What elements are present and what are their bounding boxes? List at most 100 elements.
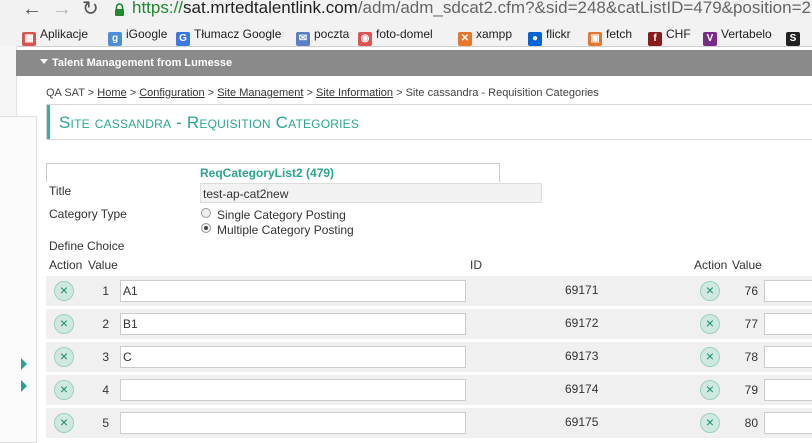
choice-value-input[interactable]: C [120,346,466,368]
choice-value-input[interactable] [764,280,812,302]
row-number: 3 [102,350,109,364]
breadcrumb: QA SAT > Home > Configuration > Site Man… [46,87,599,99]
choice-value-input[interactable] [764,412,812,434]
breadcrumb-root: QA SAT [46,87,85,99]
row-number: 80 [744,416,758,430]
table-row: × 1 A1 69171 × 76 [46,276,812,309]
chf-icon: f [648,32,662,46]
bookmark-item[interactable]: ◉ foto-domel [358,25,433,46]
bookmark-label: CHF [666,27,691,41]
title-accent [47,105,50,139]
remove-choice-button[interactable]: × [54,314,74,334]
multiple-category-radio[interactable] [201,223,211,233]
address-bar[interactable]: https://sat.mrtedtalentlink.com/adm/adm_… [132,0,811,19]
choice-value-input[interactable] [120,379,466,401]
row-number: 4 [102,383,109,397]
bookmark-label: Aplikacje [40,27,89,41]
col-id-header: ID [470,258,482,272]
bookmark-item[interactable]: G Tłumacz Google [176,25,281,46]
remove-choice-button[interactable]: × [700,281,720,301]
bookmark-item[interactable]: g iGoogle [108,25,168,46]
row-number: 78 [744,350,758,364]
bookmark-item[interactable]: S [786,25,804,46]
bookmark-item[interactable]: ● flickr [528,25,571,46]
expand-arrow-icon[interactable] [21,358,27,370]
mail-icon: ✉ [296,32,310,46]
menu-toggle-icon[interactable] [40,59,48,64]
category-type-label: Category Type [49,207,127,221]
fetch-icon: ▣ [588,32,602,46]
breadcrumb-site-information[interactable]: Site Information [316,87,393,99]
lock-icon [115,3,124,16]
single-category-label: Single Category Posting [217,208,346,222]
app-header: Talent Management from Lumesse [16,50,812,76]
url-domain: sat.mrtedtalentlink.com [183,0,358,17]
apps-grid-icon: ▦ [22,32,36,46]
remove-choice-button[interactable]: × [700,413,720,433]
bookmark-label: xampp [476,27,513,41]
choice-value-input[interactable] [764,313,812,335]
bookmark-label: iGoogle [126,27,168,41]
expand-arrow-icon[interactable] [21,380,27,392]
translate-icon: G [176,32,190,46]
bookmark-item[interactable]: ✉ poczta [296,25,350,46]
breadcrumb-site-management[interactable]: Site Management [217,87,303,99]
col-value-header: Value [88,258,118,272]
table-row: × 4 69174 × 79 [46,375,812,408]
url-scheme: https:// [132,0,184,17]
bookmark-item[interactable]: ▣ fetch [588,25,633,46]
breadcrumb-configuration[interactable]: Configuration [139,87,204,99]
breadcrumb-separator: > [306,87,313,99]
side-panel [0,116,37,443]
remove-choice-button[interactable]: × [54,281,74,301]
vertabelo-icon: V [703,32,717,46]
remove-choice-button[interactable]: × [54,380,74,400]
bookmark-label: fetch [606,27,633,41]
bookmark-label: foto-domel [376,27,433,41]
remove-choice-button[interactable]: × [700,314,720,334]
choice-value-input[interactable]: B1 [120,313,466,335]
breadcrumb-separator: > [396,87,403,99]
browser-toolbar: ← → ↻ https://sat.mrtedtalentlink.com/ad… [0,0,812,22]
choice-value-input[interactable]: A1 [120,280,466,302]
app-header-title: Talent Management from Lumesse [52,57,233,69]
col-value2-header: Value [732,258,762,272]
bookmark-item[interactable]: V Vertabelo [703,25,772,46]
page-title-box: Site cassandra - Requisition Categories [46,104,812,140]
remove-choice-button[interactable]: × [700,347,720,367]
xampp-icon: ✕ [458,32,472,46]
forward-icon[interactable]: → [52,0,72,20]
bookmark-item[interactable]: f CHF [648,25,691,46]
bookmark-label: Vertabelo [721,27,772,41]
row-number: 5 [102,416,109,430]
choice-id: 69171 [565,283,599,297]
bookmark-item[interactable]: ✕ xampp [458,25,513,46]
title-input[interactable]: test-ap-cat2new [200,183,542,203]
breadcrumb-separator: > [207,87,215,99]
row-number: 2 [102,317,109,331]
choice-value-input[interactable] [764,379,812,401]
table-row: × 5 69175 × 80 [46,408,812,441]
choice-id: 69174 [565,382,599,396]
remove-choice-button[interactable]: × [54,413,74,433]
remove-choice-button[interactable]: × [54,347,74,367]
bookmarks-bar: ▦ Aplikacje g iGoogle G Tłumacz Google ✉ poczta… [0,22,812,47]
breadcrumb-current: Site cassandra - Requisition Categories [405,87,599,99]
bookmark-label: poczta [314,27,350,41]
bookmark-item[interactable]: ▦ Aplikacje [22,25,89,46]
row-number: 79 [744,383,758,397]
back-icon[interactable]: ← [22,0,42,20]
title-label: Title [49,184,72,198]
bookmark-label: flickr [546,27,571,41]
url-path: /adm/adm_sdcat2.cfm?&sid=248&catListID=4… [357,0,811,17]
breadcrumb-home[interactable]: Home [97,87,126,99]
table-row: × 3 C 69173 × 78 [46,342,812,375]
choice-id: 69172 [565,316,599,330]
col-action2-header: Action [694,258,728,272]
choice-value-input[interactable] [120,412,466,434]
reload-icon[interactable]: ↻ [82,0,99,20]
single-category-radio[interactable] [201,208,211,218]
remove-choice-button[interactable]: × [700,380,720,400]
choice-value-input[interactable] [764,346,812,368]
row-number: 77 [744,317,758,331]
